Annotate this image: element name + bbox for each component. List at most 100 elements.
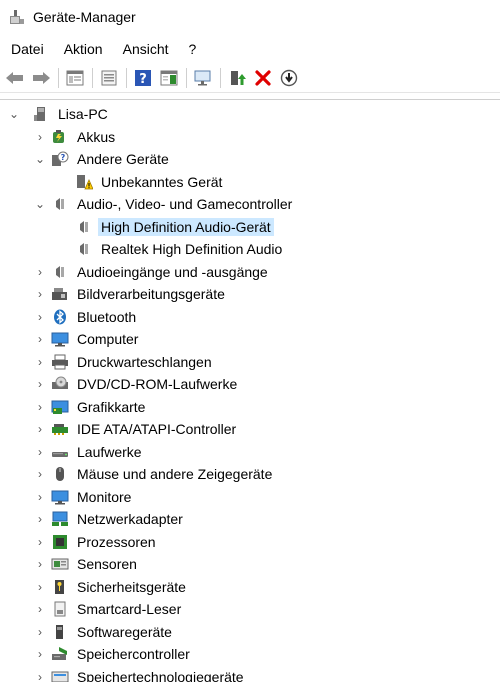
tree-label: Computer — [77, 331, 139, 348]
console-tree-icon[interactable] — [98, 67, 120, 89]
chevron-right-icon[interactable]: › — [33, 310, 47, 324]
warning-device-icon — [75, 174, 93, 190]
tree-item-netzwerkadapter[interactable]: › Netzwerkadapter — [0, 508, 500, 531]
chevron-right-icon[interactable]: › — [33, 130, 47, 144]
chevron-right-icon[interactable]: › — [33, 625, 47, 639]
tree-item-audio-video-gamecontroller[interactable]: ⌄ Audio-, Video- und Gamecontroller — [0, 193, 500, 216]
speaker-icon — [75, 241, 93, 257]
tree-label: Smartcard-Leser — [77, 601, 182, 618]
bluetooth-icon — [51, 309, 69, 325]
chevron-down-icon[interactable]: ⌄ — [33, 152, 47, 166]
device-tree-pane: ⌄ Lisa-PC › Akkus ⌄ ? Andere Geräte Unbe… — [0, 99, 500, 682]
tree-item-softwaregeraete[interactable]: › Softwaregeräte — [0, 621, 500, 644]
tree-label: Sensoren — [77, 556, 137, 573]
chevron-right-icon[interactable]: › — [33, 422, 47, 436]
forward-arrow-icon[interactable] — [30, 67, 52, 89]
uninstall-icon[interactable] — [252, 67, 274, 89]
update-driver-icon[interactable] — [226, 67, 248, 89]
battery-icon — [51, 129, 69, 145]
title-bar: Geräte-Manager — [0, 0, 500, 34]
tree-item-high-definition-audio-geraet[interactable]: High Definition Audio-Gerät — [0, 216, 500, 239]
tree-item-computer[interactable]: › Computer — [0, 328, 500, 351]
device-tree: ⌄ Lisa-PC › Akkus ⌄ ? Andere Geräte Unbe… — [0, 100, 500, 682]
device-manager-icon — [9, 9, 25, 25]
tree-item-audioeingaenge[interactable]: › Audioeingänge und -ausgänge — [0, 261, 500, 284]
storage-controller-icon — [51, 646, 69, 662]
tree-label: Bluetooth — [77, 308, 137, 325]
tree-item-realtek-high-definition-audio[interactable]: Realtek High Definition Audio — [0, 238, 500, 261]
chevron-right-icon[interactable]: › — [33, 670, 47, 682]
chevron-right-icon[interactable]: › — [33, 647, 47, 661]
tree-item-grafikkarte[interactable]: › Grafikkarte — [0, 396, 500, 419]
tree-item-laufwerke[interactable]: › Laufwerke — [0, 441, 500, 464]
display-adapter-icon — [51, 399, 69, 415]
tree-item-smartcard-leser[interactable]: › Smartcard-Leser — [0, 598, 500, 621]
tree-item-ide-ata-atapi[interactable]: › IDE ATA/ATAPI-Controller — [0, 418, 500, 441]
menu-bar: Datei Aktion Ansicht ? — [0, 34, 500, 64]
tree-label: Akkus — [77, 128, 116, 145]
tree-label: DVD/CD-ROM-Laufwerke — [77, 376, 238, 393]
tree-item-druckwarteschlangen[interactable]: › Druckwarteschlangen — [0, 351, 500, 374]
chevron-down-icon[interactable]: ⌄ — [33, 197, 47, 211]
chevron-right-icon[interactable]: › — [33, 512, 47, 526]
chevron-down-icon[interactable]: ⌄ — [7, 107, 21, 121]
back-arrow-icon[interactable] — [4, 67, 26, 89]
monitor-scan-icon[interactable] — [192, 67, 214, 89]
tree-label: Grafikkarte — [77, 398, 146, 415]
tree-label: Realtek High Definition Audio — [101, 241, 283, 258]
smartcard-icon — [51, 601, 69, 617]
tree-item-unbekanntes-geraet[interactable]: Unbekanntes Gerät — [0, 171, 500, 194]
chevron-right-icon[interactable]: › — [33, 400, 47, 414]
toolbar-separator — [186, 68, 187, 88]
chevron-right-icon[interactable]: › — [33, 445, 47, 459]
tree-item-monitore[interactable]: › Monitore — [0, 486, 500, 509]
chevron-right-icon[interactable]: › — [33, 580, 47, 594]
chevron-right-icon[interactable]: › — [33, 287, 47, 301]
menu-help[interactable]: ? — [189, 41, 197, 57]
tree-item-sicherheitsgeraete[interactable]: › Sicherheitsgeräte — [0, 576, 500, 599]
disable-icon[interactable] — [278, 67, 300, 89]
tree-item-prozessoren[interactable]: › Prozessoren — [0, 531, 500, 554]
chevron-right-icon[interactable]: › — [33, 602, 47, 616]
chevron-right-icon[interactable]: › — [33, 265, 47, 279]
properties-icon[interactable] — [64, 67, 86, 89]
tree-label: Softwaregeräte — [77, 623, 172, 640]
security-key-icon — [51, 579, 69, 595]
tree-label: Monitore — [77, 488, 132, 505]
disk-drive-icon — [51, 444, 69, 460]
menu-datei[interactable]: Datei — [11, 41, 44, 57]
tree-label: Audio-, Video- und Gamecontroller — [77, 196, 293, 213]
tree-item-andere-geraete[interactable]: ⌄ ? Andere Geräte — [0, 148, 500, 171]
toolbar-separator — [92, 68, 93, 88]
tree-item-bluetooth[interactable]: › Bluetooth — [0, 306, 500, 329]
tree-item-speichertechnologiegeraete[interactable]: › Speichertechnologiegeräte — [0, 666, 500, 682]
chevron-right-icon[interactable]: › — [33, 332, 47, 346]
chevron-right-icon[interactable]: › — [33, 377, 47, 391]
tree-item-sensoren[interactable]: › Sensoren — [0, 553, 500, 576]
help-icon[interactable]: ? — [132, 67, 154, 89]
sensor-icon — [51, 556, 69, 572]
computer-tower-icon — [32, 106, 50, 122]
tree-item-speichercontroller[interactable]: › Speichercontroller — [0, 643, 500, 666]
menu-ansicht[interactable]: Ansicht — [123, 41, 169, 57]
menu-aktion[interactable]: Aktion — [64, 41, 103, 57]
action-pane-icon[interactable] — [158, 67, 180, 89]
tree-item-bildverarbeitungsgeraete[interactable]: › Bildverarbeitungsgeräte — [0, 283, 500, 306]
software-device-icon — [51, 624, 69, 640]
camera-icon — [51, 286, 69, 302]
processor-icon — [51, 534, 69, 550]
chevron-right-icon[interactable]: › — [33, 535, 47, 549]
chevron-right-icon[interactable]: › — [33, 355, 47, 369]
chevron-right-icon[interactable]: › — [33, 490, 47, 504]
tree-label: Audioeingänge und -ausgänge — [77, 263, 268, 280]
tree-item-dvd-cd-rom[interactable]: › DVD/CD-ROM-Laufwerke — [0, 373, 500, 396]
tree-root-lisa-pc[interactable]: ⌄ Lisa-PC — [0, 103, 500, 126]
chevron-right-icon[interactable]: › — [33, 467, 47, 481]
chevron-right-icon[interactable]: › — [33, 557, 47, 571]
tree-label: Druckwarteschlangen — [77, 353, 212, 370]
toolbar: ? — [0, 64, 500, 93]
tree-item-akkus[interactable]: › Akkus — [0, 126, 500, 149]
tree-item-maeuse[interactable]: › Mäuse und andere Zeigegeräte — [0, 463, 500, 486]
tree-label: Laufwerke — [77, 443, 142, 460]
monitor-icon — [51, 331, 69, 347]
